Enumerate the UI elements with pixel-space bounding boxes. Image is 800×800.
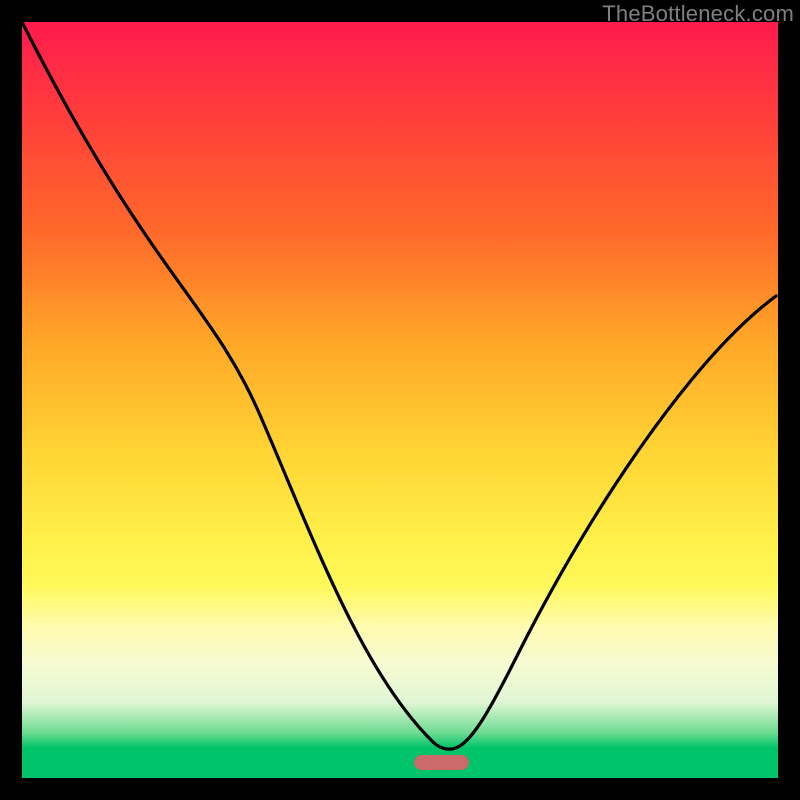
bottleneck-chart: TheBottleneck.com [0,0,800,800]
bottleneck-curve [0,0,800,800]
attribution-text: TheBottleneck.com [602,1,794,27]
ideal-match-marker [414,755,469,770]
curve-path [22,22,776,749]
